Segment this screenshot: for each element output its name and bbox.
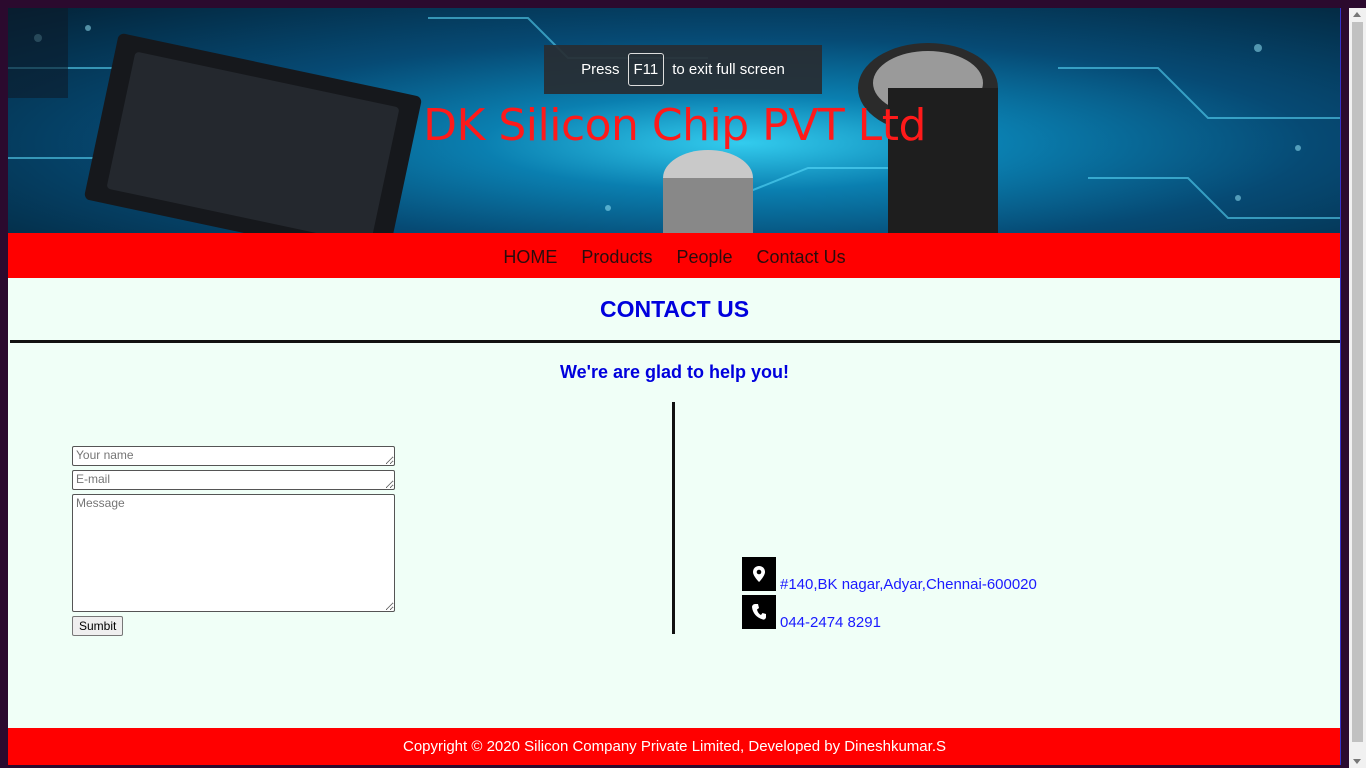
nav-contact-link[interactable]: Contact Us bbox=[757, 243, 846, 268]
message-field[interactable] bbox=[72, 494, 395, 612]
nav-people-link[interactable]: People bbox=[676, 243, 732, 268]
vertical-scrollbar[interactable] bbox=[1349, 8, 1366, 768]
page-subtitle: We're are glad to help you! bbox=[560, 362, 789, 382]
heading-divider bbox=[10, 340, 1340, 343]
page-title: CONTACT US bbox=[599, 296, 750, 322]
toast-suffix: to exit full screen bbox=[672, 61, 785, 78]
phone-icon bbox=[742, 595, 776, 629]
footer: Copyright © 2020 Silicon Company Private… bbox=[8, 728, 1340, 765]
scrollbar-thumb[interactable] bbox=[1352, 22, 1363, 742]
main-nav: HOME Products People Contact Us bbox=[8, 233, 1340, 278]
nav-products-link[interactable]: Products bbox=[581, 243, 652, 268]
column-divider bbox=[672, 402, 675, 634]
submit-button[interactable]: Sumbit bbox=[72, 616, 124, 636]
toast-key: F11 bbox=[627, 53, 665, 86]
email-field[interactable] bbox=[72, 470, 395, 490]
toast-prefix: Press bbox=[581, 61, 620, 78]
address-text: #140,BK nagar,Adyar,Chennai-600020 bbox=[780, 576, 1037, 593]
scroll-up-icon[interactable] bbox=[1353, 12, 1361, 17]
contact-form: Sumbit bbox=[72, 446, 396, 636]
banner: DK Silicon Chip PVT Ltd Press F11 to exi… bbox=[8, 8, 1340, 233]
fullscreen-toast: Press F11 to exit full screen bbox=[544, 45, 822, 94]
phone-row: 044-2474 8291 bbox=[742, 595, 881, 631]
page: DK Silicon Chip PVT Ltd Press F11 to exi… bbox=[8, 8, 1341, 765]
phone-text: 044-2474 8291 bbox=[780, 614, 881, 631]
copyright-text: Copyright © 2020 Silicon Company Private… bbox=[403, 738, 946, 755]
name-field[interactable] bbox=[72, 446, 395, 466]
scroll-down-icon[interactable] bbox=[1353, 759, 1361, 764]
nav-home-link[interactable]: HOME bbox=[503, 243, 557, 268]
location-pin-icon bbox=[742, 557, 776, 591]
company-title: DK Silicon Chip PVT Ltd bbox=[423, 100, 926, 151]
address-row: #140,BK nagar,Adyar,Chennai-600020 bbox=[742, 557, 1037, 593]
